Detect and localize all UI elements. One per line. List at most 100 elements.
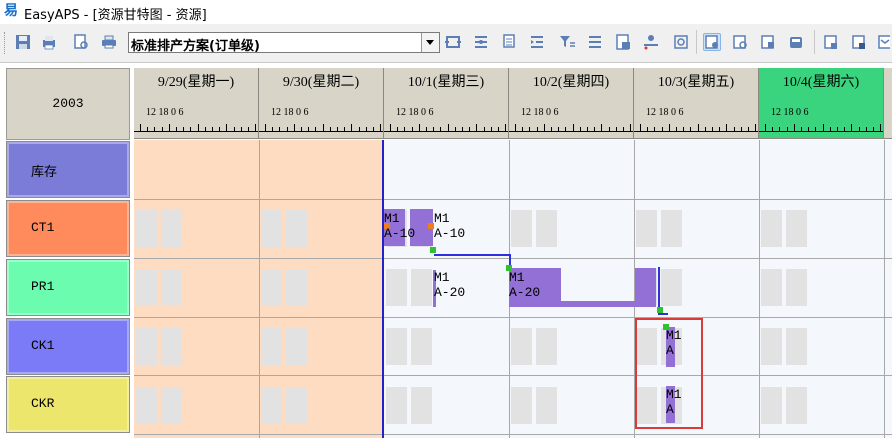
day-label: 9/29(星期一)	[157, 75, 235, 90]
ruler-tick	[226, 124, 228, 131]
view-f-icon[interactable]	[850, 33, 868, 51]
ruler-tick	[536, 127, 538, 131]
day-header[interactable]: 10/3(星期五) 12 18 0 6	[634, 68, 759, 139]
availability-block	[761, 210, 782, 247]
grid-line	[759, 140, 760, 438]
ruler-tick	[469, 127, 471, 131]
ruler-tick	[255, 124, 257, 131]
ruler-tick	[483, 127, 485, 131]
view-d-icon[interactable]	[787, 33, 805, 51]
save-icon[interactable]	[14, 33, 32, 51]
ruler-tick	[786, 127, 788, 131]
ruler-tick	[365, 127, 367, 131]
ruler-tick	[690, 127, 692, 131]
resource-row-header[interactable]: CKR	[6, 376, 130, 433]
grid-line	[259, 140, 260, 438]
filter-icon[interactable]	[558, 33, 576, 51]
ruler-tick	[168, 124, 170, 131]
time-ruler	[384, 121, 508, 132]
report-icon[interactable]	[614, 33, 632, 51]
view-b-icon[interactable]	[731, 33, 749, 51]
resource-row-header[interactable]: 库存	[6, 141, 130, 198]
ruler-tick	[315, 127, 317, 131]
ruler-tick	[851, 124, 853, 131]
copy-icon[interactable]	[500, 33, 518, 51]
ruler-tick	[565, 127, 567, 131]
ruler-tick	[748, 127, 749, 131]
resource-icon[interactable]	[642, 33, 660, 51]
ruler-tick	[140, 124, 141, 131]
align-icon[interactable]	[472, 33, 490, 51]
ruler-tick	[212, 127, 213, 131]
availability-block	[136, 387, 157, 424]
view-c-icon[interactable]	[759, 33, 777, 51]
resource-name: PR1	[31, 279, 55, 294]
ruler-tick	[440, 127, 442, 131]
ruler-tick	[293, 124, 295, 131]
view-e-icon[interactable]	[822, 33, 840, 51]
ruler-tick	[404, 127, 406, 131]
day-header[interactable]: 10/2(星期四) 12 18 0 6	[509, 68, 634, 139]
ruler-tick	[654, 127, 656, 131]
ruler-tick	[615, 127, 617, 131]
scheme-select[interactable]: 标准排产方案(订单级)	[128, 32, 440, 54]
ruler-tick	[579, 127, 581, 131]
view-g-icon[interactable]	[876, 33, 890, 51]
refresh-icon[interactable]	[672, 33, 690, 51]
ruler-tick	[476, 124, 478, 131]
task-bar[interactable]	[635, 268, 656, 307]
printer-icon[interactable]	[100, 33, 118, 51]
view-a-icon[interactable]	[703, 33, 721, 51]
ruler-tick	[601, 124, 603, 131]
task-bar[interactable]	[561, 301, 635, 307]
resource-row-header[interactable]: CK1	[6, 318, 130, 375]
day-header[interactable]: 9/29(星期一) 12 18 0 6	[134, 68, 259, 139]
ruler-tick	[351, 124, 353, 131]
ruler-tick	[801, 127, 802, 131]
ruler-tick	[454, 127, 456, 131]
indent-icon[interactable]	[528, 33, 546, 51]
ruler-tick	[608, 127, 610, 131]
day-header[interactable]: 9/30(星期二) 12 18 0 6	[259, 68, 384, 139]
resource-row-header[interactable]: PR1	[6, 259, 130, 316]
ruler-tick	[630, 124, 632, 131]
chevron-down-icon[interactable]	[421, 33, 439, 52]
hour-ticks: 12 18 0 6	[396, 107, 434, 118]
ruler-tick	[880, 124, 882, 131]
expand-icon[interactable]	[444, 33, 462, 51]
ruler-tick	[154, 127, 156, 131]
availability-block	[161, 387, 182, 424]
resource-name: CKR	[31, 396, 55, 411]
availability-block	[761, 387, 782, 424]
ruler-tick	[190, 127, 192, 131]
ruler-tick	[176, 127, 177, 131]
availability-block	[261, 210, 282, 247]
ruler-tick	[397, 127, 399, 131]
grid-line	[134, 258, 892, 259]
ruler-tick	[858, 127, 860, 131]
ruler-tick	[808, 127, 810, 131]
ruler-tick	[322, 124, 324, 131]
day-header-weekend[interactable]: 10/4(星期六) 12 18 0 6	[759, 68, 884, 139]
availability-block	[786, 269, 807, 306]
toolbar-grip[interactable]	[4, 32, 8, 54]
availability-block	[761, 269, 782, 306]
print-icon[interactable]	[40, 33, 58, 51]
list-icon[interactable]	[586, 33, 604, 51]
ruler-tick	[505, 124, 507, 131]
availability-block	[286, 328, 307, 365]
resource-row-header[interactable]: CT1	[6, 200, 130, 257]
ruler-tick	[418, 124, 420, 131]
grid-line	[134, 199, 892, 200]
ruler-tick	[733, 127, 735, 131]
hour-ticks: 12 18 0 6	[646, 107, 684, 118]
ruler-tick	[515, 124, 516, 131]
day-header[interactable]: 10/1(星期三) 12 18 0 6	[384, 68, 509, 139]
day-label: 10/1(星期三)	[407, 75, 485, 90]
print-preview-icon[interactable]	[72, 33, 90, 51]
ruler-tick	[447, 124, 449, 131]
task-label: M1 A-20	[434, 270, 466, 300]
ruler-tick	[587, 127, 588, 131]
grid-line	[134, 375, 892, 376]
ruler-tick	[411, 127, 413, 131]
